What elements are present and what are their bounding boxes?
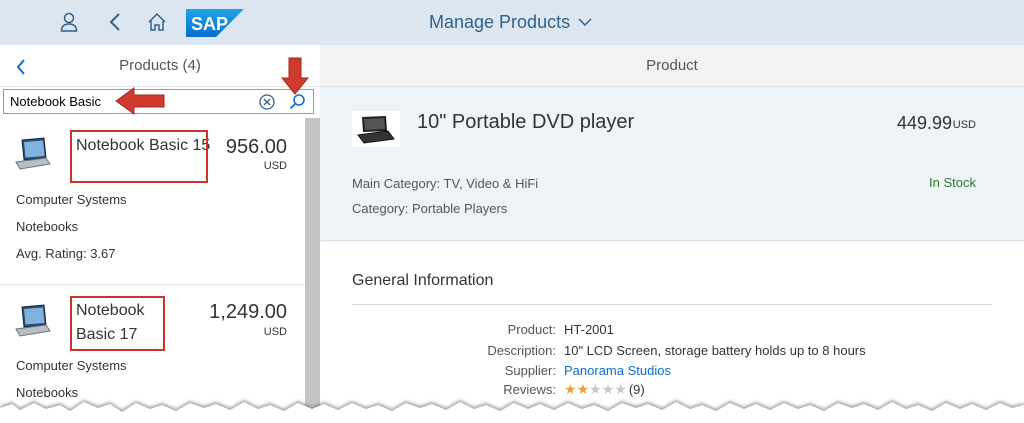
object-price: 449.99 bbox=[896, 113, 952, 133]
app-title: Manage Products bbox=[429, 12, 571, 32]
field-value: HT-2001 bbox=[564, 322, 614, 337]
annotation-arrow-down bbox=[281, 57, 309, 95]
svg-text:SAP: SAP bbox=[191, 14, 228, 34]
object-currency: USD bbox=[952, 119, 976, 131]
item-price: 956.00 bbox=[225, 136, 287, 158]
laptop-image bbox=[15, 137, 51, 170]
master-title: Products (4) bbox=[119, 57, 201, 74]
detail-header: Product bbox=[320, 45, 1024, 87]
chevron-down-icon bbox=[578, 18, 592, 27]
shell-bar: SAP Manage Products bbox=[0, 0, 1024, 45]
item-attribute: Notebooks bbox=[16, 219, 79, 234]
item-attribute: Avg. Rating: 3.67 bbox=[16, 246, 116, 261]
annotation-box bbox=[70, 130, 208, 183]
torn-edge bbox=[0, 400, 1024, 423]
app-window: SAP Manage Products Products (4) Noteboo… bbox=[0, 0, 1024, 423]
user-icon[interactable] bbox=[56, 10, 82, 34]
object-title: 10" Portable DVD player bbox=[417, 111, 635, 133]
item-currency: USD bbox=[263, 160, 287, 172]
master-header: Products (4) bbox=[0, 45, 320, 87]
item-price: 1,249.00 bbox=[209, 301, 287, 323]
status-badge: In Stock bbox=[929, 175, 976, 190]
app-title-menu[interactable]: Manage Products bbox=[429, 12, 592, 33]
laptop-image bbox=[15, 304, 51, 337]
annotation-box bbox=[70, 296, 165, 351]
section-divider bbox=[352, 304, 992, 305]
object-category: Category: Portable Players bbox=[352, 201, 508, 216]
field-value: 10" LCD Screen, storage battery holds up… bbox=[564, 343, 866, 358]
clear-icon[interactable] bbox=[258, 93, 276, 111]
object-header: 10" Portable DVD player 449.99 USD Main … bbox=[320, 87, 1024, 241]
item-currency: USD bbox=[263, 326, 287, 338]
item-attribute: Computer Systems bbox=[16, 358, 127, 373]
product-image bbox=[352, 111, 400, 147]
back-icon[interactable] bbox=[102, 10, 128, 34]
section-title: General Information bbox=[352, 272, 494, 289]
sap-logo: SAP bbox=[186, 9, 244, 37]
field-label: Product: bbox=[507, 322, 556, 337]
field-label: Supplier: bbox=[504, 363, 556, 378]
search-value: Notebook Basic bbox=[10, 94, 102, 109]
supplier-link[interactable]: Panorama Studios bbox=[564, 363, 671, 378]
annotation-arrow-left bbox=[115, 87, 165, 115]
home-icon[interactable] bbox=[144, 10, 170, 34]
list-scrollbar[interactable] bbox=[305, 118, 320, 423]
detail-title: Product bbox=[646, 57, 698, 74]
object-main-category: Main Category: TV, Video & HiFi bbox=[352, 176, 539, 191]
item-attribute: Computer Systems bbox=[16, 192, 127, 207]
field-label: Description: bbox=[487, 343, 556, 358]
